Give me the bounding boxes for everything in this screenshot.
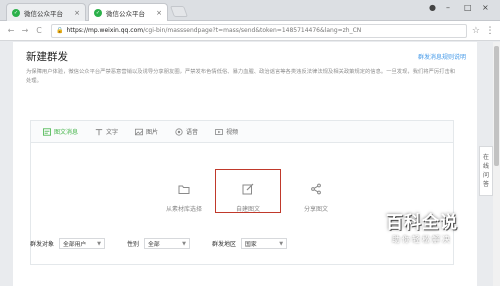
content-type-tabs: 图文消息 文字 图片 语音 视频 [31,121,453,143]
mass-send-rules-link[interactable]: 群发消息规则说明 [418,52,466,61]
select-value: 国家 [245,242,257,248]
news-icon [43,127,51,136]
select-value: 全部 [148,242,160,248]
voice-icon [175,127,183,136]
close-window-icon[interactable]: × [482,3,489,12]
tab-close-icon[interactable]: × [74,9,80,17]
chevron-down-icon: ▼ [182,240,187,247]
url-path: /cgi-bin/masssendpage?t=mass/send&token=… [143,27,362,34]
back-icon[interactable]: ← [5,26,17,35]
image-icon [135,128,144,135]
tab-label: 图片 [146,129,159,136]
select-value: 全部用户 [63,242,87,248]
filter-label-gender: 性别 [127,241,140,248]
filter-label-region: 群发地区 [212,241,237,248]
minimize-icon[interactable]: – [446,3,450,12]
url-host: https://mp.weixin.qq.com [66,27,144,34]
region-select[interactable]: 国家 ▼ [241,238,288,249]
side-char: 线 [482,163,489,170]
browser-menu-icon[interactable]: ⋮ [485,26,495,36]
watermark-sub: 助你轻松解决 [392,235,452,244]
page-background: 新建群发 群发消息规则说明 为保障用户体验，微信公众平台严禁恶意营销以及诱导分享… [0,42,500,286]
bookmark-star-icon[interactable]: ☆ [472,26,480,36]
highlight-box [215,169,281,213]
url-input[interactable]: 🔒 https://mp.weixin.qq.com /cgi-bin/mass… [51,23,467,38]
tab-close-icon[interactable]: × [156,9,162,17]
user-profile-icon[interactable]: ● [429,3,436,12]
browser-tab-bar: ✓ 微信公众平台 × ✓ 微信公众平台 × ● – □ × [0,0,500,22]
side-char: 问 [482,172,489,179]
page-title: 新建群发 [26,51,68,63]
send-filters: 群发对象 全部用户 ▼ 性别 全部 ▼ 群发地区 国家 ▼ [30,238,309,249]
tab-image[interactable]: 图片 [135,127,158,136]
browser-tab-1[interactable]: ✓ 微信公众平台 × [6,3,86,21]
forward-icon[interactable]: → [19,26,31,35]
folder-icon [178,185,190,194]
select-from-library-button[interactable]: 从素材库选择 [159,183,209,213]
reload-icon[interactable]: C [33,26,45,35]
tab-label: 文字 [106,129,119,136]
page-scrollbar[interactable] [493,42,500,286]
tab-label: 视频 [226,129,239,136]
tab-text[interactable]: 文字 [95,127,118,136]
chevron-down-icon: ▼ [97,240,102,247]
browser-tab-2[interactable]: ✓ 微信公众平台 × [88,3,168,22]
wechat-favicon-icon: ✓ [12,8,20,17]
action-label: 从素材库选择 [165,206,202,213]
tab-label: 微信公众平台 [24,9,63,18]
maximize-icon[interactable]: □ [464,3,472,12]
text-icon [95,128,103,135]
address-bar: ← → C 🔒 https://mp.weixin.qq.com /cgi-bi… [0,21,500,41]
gender-select[interactable]: 全部 ▼ [144,238,191,249]
tab-video[interactable]: 视频 [215,127,238,136]
share-icon [311,183,321,195]
online-qa-button[interactable]: 在 线 问 答 [479,146,493,196]
share-article-button[interactable]: 分享图文 [291,183,341,213]
target-select[interactable]: 全部用户 ▼ [59,238,106,249]
side-char: 在 [482,154,489,161]
wechat-favicon-icon: ✓ [94,9,102,17]
tab-news[interactable]: 图文消息 [43,127,78,136]
tab-label: 图文消息 [54,129,79,136]
watermark: 百科全说 助你轻松解决 [357,208,487,245]
chevron-down-icon: ▼ [279,240,284,247]
filter-label-target: 群发对象 [30,241,55,248]
lock-icon: 🔒 [56,27,64,34]
tab-voice[interactable]: 语音 [175,127,198,136]
watermark-main: 百科全说 [386,213,458,233]
tab-label: 语音 [186,129,199,136]
tab-label: 微信公众平台 [106,10,145,18]
action-label: 分享图文 [303,206,328,213]
side-char: 答 [482,181,489,188]
scrollbar-thumb[interactable] [494,46,499,166]
new-tab-button[interactable] [169,6,189,17]
video-icon [215,128,224,135]
policy-notice: 为保障用户体验，微信公众平台严禁恶意营销以及诱导分享朋友圈，严禁发布色情低俗、暴… [26,69,456,84]
